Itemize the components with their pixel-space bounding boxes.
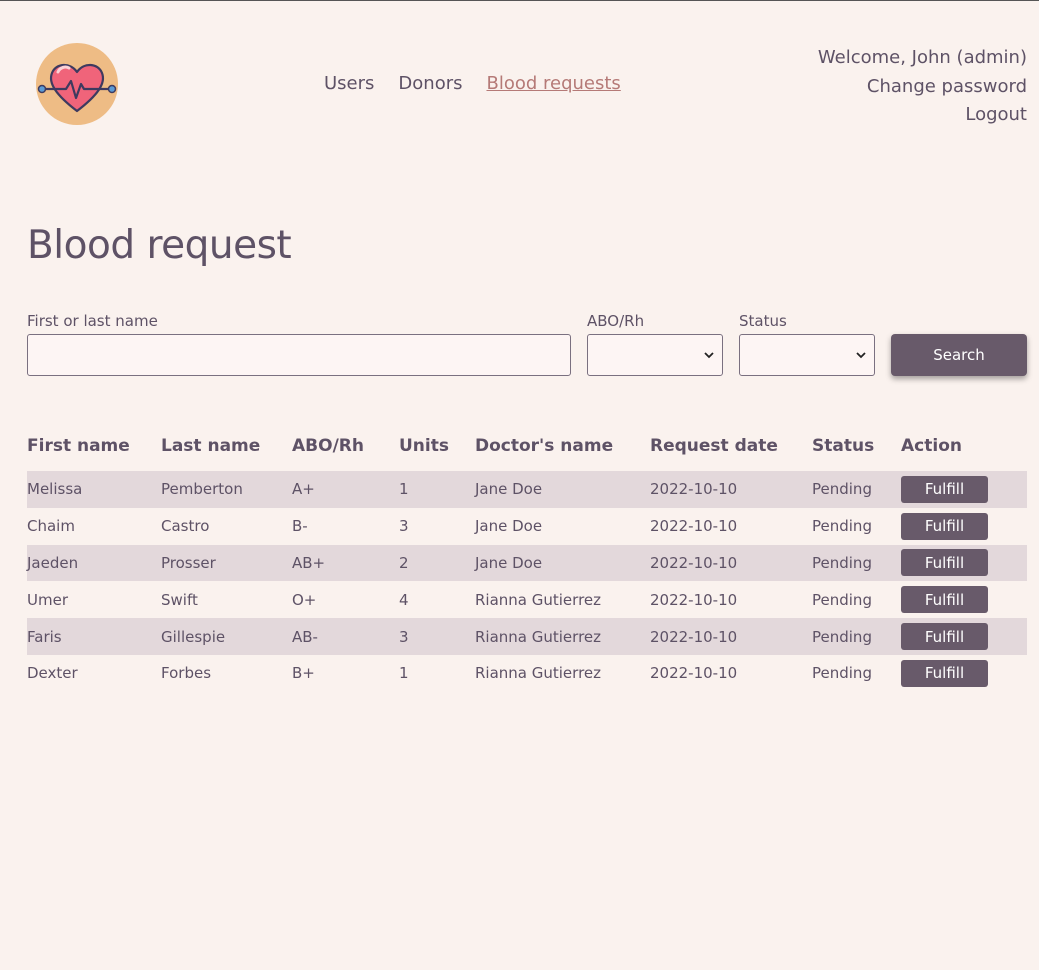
logout-link[interactable]: Logout (818, 101, 1027, 130)
cell-doctor: Jane Doe (475, 544, 650, 582)
cell-request-date: 2022-10-10 (650, 517, 738, 536)
cell-units: 3 (399, 517, 409, 536)
page-title: Blood request (27, 223, 292, 268)
nav-item-donors[interactable]: Donors (398, 73, 462, 94)
name-search-input[interactable] (27, 334, 571, 376)
table-row: Umer Swift O+ 4 Rianna Gutierrez 2022-10… (27, 581, 1027, 618)
cell-status: Pending (812, 544, 901, 582)
fulfill-button[interactable]: Fulfill (901, 659, 988, 687)
chevron-down-icon (856, 352, 866, 359)
user-menu: Welcome, John (admin) Change password Lo… (818, 44, 1027, 130)
header-action: Action (901, 436, 962, 456)
cell-abo-rh: A+ (292, 471, 399, 508)
cell-abo-rh: B- (292, 517, 308, 536)
fulfill-button[interactable]: Fulfill (901, 512, 988, 540)
cell-first-name: Dexter (27, 664, 78, 683)
status-filter-label: Status (739, 312, 787, 330)
cell-doctor: Jane Doe (475, 471, 650, 508)
cell-status: Pending (812, 618, 901, 655)
cell-first-name: Umer (27, 590, 68, 609)
cell-first-name: Faris (27, 618, 161, 655)
cell-request-date: 2022-10-10 (650, 618, 812, 655)
cell-status: Pending (812, 664, 872, 683)
header-request-date: Request date (650, 436, 778, 456)
cell-last-name: Pemberton (161, 471, 292, 508)
fulfill-button[interactable]: Fulfill (901, 549, 988, 577)
cell-abo-rh: AB- (292, 618, 399, 655)
cell-action: Fulfill (901, 508, 1027, 545)
cell-abo-rh: AB+ (292, 544, 399, 582)
header-doctors-name: Doctor's name (475, 436, 614, 456)
fulfill-button[interactable]: Fulfill (901, 475, 988, 503)
table-row: Dexter Forbes B+ 1 Rianna Gutierrez 2022… (27, 655, 1027, 692)
cell-abo-rh: O+ (292, 590, 317, 609)
header-first-name: First name (27, 436, 130, 456)
name-filter-label: First or last name (27, 312, 158, 330)
cell-last-name: Swift (161, 590, 198, 609)
cell-action: Fulfill (901, 655, 1027, 692)
abo-select[interactable] (587, 334, 723, 376)
blood-request-table: First name Last name ABO/Rh Units Doctor… (27, 421, 1027, 692)
table-header-row: First name Last name ABO/Rh Units Doctor… (27, 421, 1027, 471)
cell-action: Fulfill (901, 544, 1027, 582)
cell-request-date: 2022-10-10 (650, 544, 812, 582)
cell-status: Pending (812, 517, 872, 536)
header-status: Status (812, 436, 875, 456)
cell-units: 4 (399, 590, 409, 609)
cell-first-name: Jaeden (27, 544, 161, 582)
cell-request-date: 2022-10-10 (650, 471, 812, 508)
cell-units: 1 (399, 471, 475, 508)
cell-doctor: Rianna Gutierrez (475, 590, 602, 609)
heart-pulse-icon (36, 43, 118, 125)
cell-doctor: Rianna Gutierrez (475, 664, 602, 683)
fulfill-button[interactable]: Fulfill (901, 623, 988, 651)
cell-last-name: Prosser (161, 544, 292, 582)
cell-units: 3 (399, 618, 475, 655)
cell-abo-rh: B+ (292, 664, 315, 683)
cell-last-name: Forbes (161, 664, 212, 683)
search-button[interactable]: Search (891, 334, 1027, 376)
cell-action: Fulfill (901, 618, 1027, 655)
cell-last-name: Gillespie (161, 618, 292, 655)
header-last-name: Last name (161, 436, 261, 456)
table-row: Faris Gillespie AB- 3 Rianna Gutierrez 2… (27, 618, 1027, 655)
cell-action: Fulfill (901, 581, 1027, 618)
cell-last-name: Castro (161, 517, 210, 536)
status-select[interactable] (739, 334, 875, 376)
welcome-link[interactable]: Welcome, John (admin) (818, 44, 1027, 73)
nav-item-blood-requests[interactable]: Blood requests (486, 73, 620, 94)
cell-first-name: Melissa (27, 471, 161, 508)
main-nav: Users Donors Blood requests (324, 73, 621, 94)
header-abo-rh: ABO/Rh (292, 436, 364, 456)
fulfill-button[interactable]: Fulfill (901, 586, 988, 614)
cell-status: Pending (812, 471, 901, 508)
cell-first-name: Chaim (27, 517, 75, 536)
chevron-down-icon (704, 352, 714, 359)
cell-action: Fulfill (901, 471, 1027, 508)
cell-doctor: Jane Doe (475, 517, 543, 536)
table-row: Jaeden Prosser AB+ 2 Jane Doe 2022-10-10… (27, 544, 1027, 582)
cell-request-date: 2022-10-10 (650, 590, 738, 609)
logo[interactable] (36, 43, 118, 125)
table-row: Melissa Pemberton A+ 1 Jane Doe 2022-10-… (27, 471, 1027, 508)
cell-status: Pending (812, 590, 872, 609)
cell-units: 2 (399, 544, 475, 582)
cell-request-date: 2022-10-10 (650, 664, 738, 683)
table-row: Chaim Castro B- 3 Jane Doe 2022-10-10 Pe… (27, 508, 1027, 545)
abo-filter-label: ABO/Rh (587, 312, 645, 330)
cell-doctor: Rianna Gutierrez (475, 618, 650, 655)
cell-units: 1 (399, 664, 409, 683)
header-units: Units (399, 436, 449, 456)
nav-item-users[interactable]: Users (324, 73, 374, 94)
change-password-link[interactable]: Change password (818, 73, 1027, 102)
